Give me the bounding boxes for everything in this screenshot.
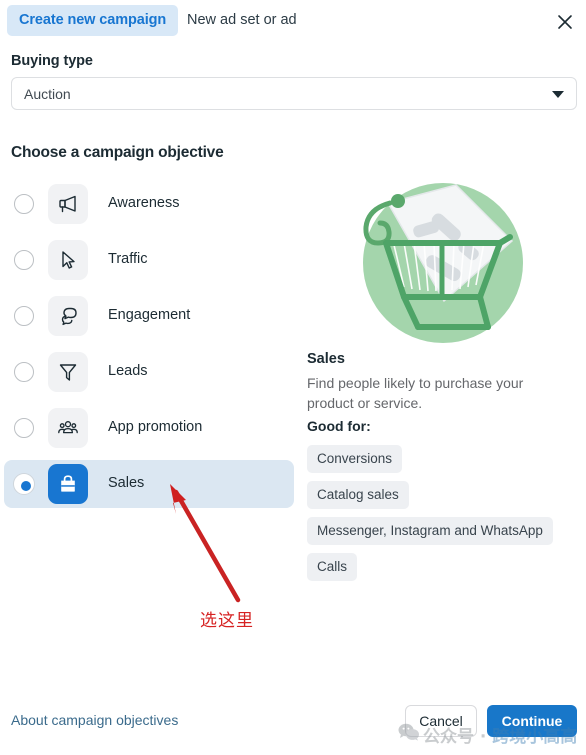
close-icon[interactable] (554, 11, 576, 33)
radio-traffic[interactable] (14, 250, 34, 270)
objective-detail-panel (305, 175, 580, 347)
tag-item: Calls (307, 553, 358, 581)
objective-row-sales[interactable]: Sales (4, 460, 294, 508)
chevron-down-icon (552, 91, 564, 98)
objective-row-awareness[interactable]: Awareness (4, 180, 294, 228)
funnel-icon (48, 352, 88, 392)
objective-label: Traffic (108, 251, 148, 267)
objective-label: Sales (108, 475, 145, 491)
megaphone-icon (48, 184, 88, 224)
radio-engagement[interactable] (14, 306, 34, 326)
detail-description: Find people likely to purchase your prod… (307, 375, 524, 411)
objective-row-leads[interactable]: Leads (4, 348, 294, 396)
about-campaign-objectives-link[interactable]: About campaign objectives (11, 712, 178, 728)
objective-row-app-promotion[interactable]: App promotion (4, 404, 294, 452)
objective-label: Awareness (108, 195, 180, 211)
radio-app-promotion[interactable] (14, 418, 34, 438)
objective-row-traffic[interactable]: Traffic (4, 236, 294, 284)
campaign-objective-list: Awareness Traffic Engagement Leads App p… (4, 180, 294, 516)
cancel-button[interactable]: Cancel (405, 705, 477, 737)
objective-row-engagement[interactable]: Engagement (4, 292, 294, 340)
radio-awareness[interactable] (14, 194, 34, 214)
tag-item: Catalog sales (307, 481, 409, 509)
shopping-cart-price-tag-illustration (305, 175, 580, 347)
buying-type-value: Auction (24, 86, 71, 102)
people-group-icon (48, 408, 88, 448)
page-title: Choose a campaign objective (11, 144, 224, 161)
shopping-bag-icon (48, 464, 88, 504)
radio-leads[interactable] (14, 362, 34, 382)
objective-label: Leads (108, 363, 148, 379)
good-for-label: Good for: (307, 418, 371, 434)
objective-label: App promotion (108, 419, 203, 435)
radio-sales[interactable] (14, 474, 34, 494)
continue-button[interactable]: Continue (487, 705, 577, 737)
buying-type-select[interactable]: Auction (11, 77, 577, 110)
good-for-tag-list: Conversions Catalog sales Messenger, Ins… (307, 445, 577, 589)
cursor-arrow-icon (48, 240, 88, 280)
tab-new-ad-set-or-ad[interactable]: New ad set or ad (187, 12, 297, 28)
detail-title: Sales (307, 351, 345, 367)
dialog-header: Create new campaign New ad set or ad (0, 0, 586, 42)
objective-label: Engagement (108, 307, 191, 323)
tab-create-new-campaign[interactable]: Create new campaign (7, 5, 179, 36)
chat-bubbles-icon (48, 296, 88, 336)
annotation-text: 选这里 (200, 611, 254, 631)
tag-item: Conversions (307, 445, 403, 473)
buying-type-label: Buying type (11, 53, 93, 69)
tag-item: Messenger, Instagram and WhatsApp (307, 517, 553, 545)
